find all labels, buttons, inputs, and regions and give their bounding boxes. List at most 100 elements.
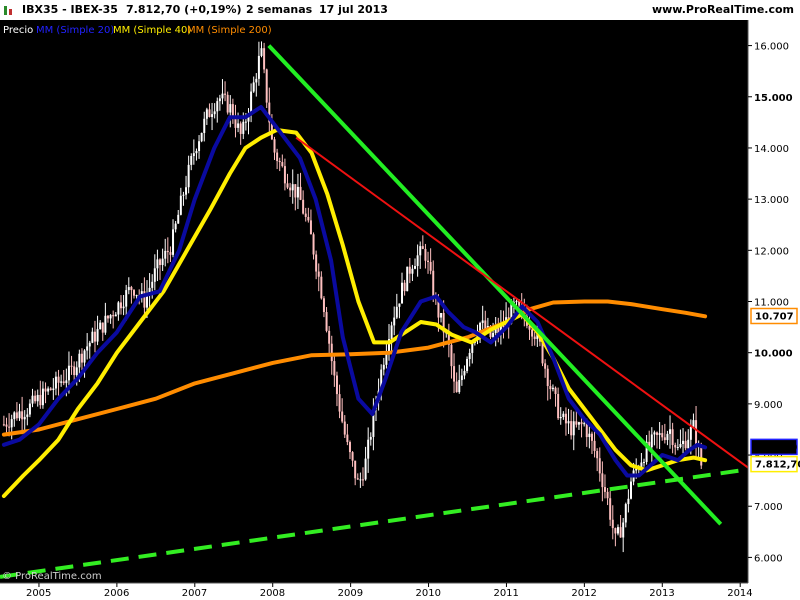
candle-body: [244, 121, 247, 123]
candle-body: [328, 330, 331, 344]
y-tick-label: 15.000: [754, 93, 793, 104]
candle-body: [317, 271, 320, 277]
candle-body: [557, 393, 560, 419]
candle-body: [429, 262, 432, 271]
candle-body: [86, 346, 89, 351]
candle-body: [23, 416, 26, 420]
candle-body: [205, 109, 208, 119]
candle-body: [172, 229, 175, 255]
candle-body: [302, 199, 305, 214]
candle-body: [49, 388, 52, 390]
candle-body: [281, 162, 284, 167]
candle-body: [424, 248, 427, 261]
candle-body: [39, 394, 42, 406]
candle-body: [221, 93, 224, 99]
source-label[interactable]: www.ProRealTime.com: [652, 3, 794, 16]
candle-body: [468, 352, 471, 360]
candle-body: [80, 353, 83, 363]
candle-body: [135, 295, 138, 297]
chart-area[interactable]: 6.0007.0008.0009.00010.00011.00012.00013…: [0, 20, 800, 600]
candle-body: [109, 315, 112, 319]
candle-body: [408, 266, 411, 274]
candle-body: [401, 282, 404, 304]
candle-body: [585, 423, 588, 438]
candle-body: [60, 381, 63, 383]
candle-body: [559, 416, 562, 419]
chart-type-icon: [4, 6, 12, 15]
candle-body: [185, 187, 188, 195]
candle-body: [242, 121, 245, 134]
candle-body: [666, 433, 669, 441]
candle-body: [440, 312, 443, 318]
price-label-text: 10.707: [755, 311, 794, 322]
candle-body: [114, 314, 117, 317]
candle-body: [156, 259, 159, 269]
candle-body: [151, 281, 154, 288]
candle-body: [182, 194, 185, 196]
candle-body: [169, 252, 172, 255]
candle-body: [653, 432, 656, 435]
candle-body: [590, 433, 593, 441]
candle-body: [263, 48, 266, 70]
candle-body: [177, 214, 180, 224]
candle-body: [570, 421, 573, 436]
candle-body: [471, 343, 474, 353]
candle-body: [682, 440, 685, 444]
candle-body: [70, 365, 73, 367]
candle-body: [343, 421, 346, 435]
candle-body: [554, 387, 557, 394]
candle-body: [361, 479, 364, 481]
candle-body: [73, 366, 76, 376]
candle-body: [458, 380, 461, 393]
price-label-text: 7.812,70: [755, 460, 800, 471]
y-tick-label: 6.000: [754, 553, 783, 564]
watermark: © ProRealTime.com: [2, 571, 102, 582]
candle-body: [596, 451, 599, 459]
candle-body: [406, 266, 409, 292]
candle-body: [299, 186, 302, 200]
candle-body: [369, 436, 372, 440]
candle-body: [346, 434, 349, 443]
candle-body: [315, 254, 318, 272]
symbol-label: IBX35 - IBEX-35: [22, 3, 118, 16]
candle-body: [234, 118, 237, 128]
candle-body: [31, 395, 34, 404]
candle-body: [2, 424, 5, 426]
y-tick-label: 7.000: [754, 502, 783, 513]
candle-body: [211, 114, 214, 117]
candle-body: [338, 394, 341, 412]
candle-body: [28, 403, 31, 415]
candle-body: [606, 491, 609, 499]
candle-body: [367, 439, 370, 459]
candle-body: [153, 268, 156, 282]
candle-body: [364, 458, 367, 480]
x-tick-label: 2014: [727, 588, 752, 599]
candle-body: [195, 151, 198, 154]
y-tick-label: 12.000: [754, 246, 789, 257]
candle-body: [354, 460, 357, 479]
candle-body: [41, 388, 44, 406]
candle-body: [356, 478, 359, 480]
candle-body: [671, 429, 674, 445]
candle-body: [127, 287, 130, 291]
candle-body: [218, 98, 221, 102]
candle-body: [255, 78, 258, 83]
candle-body: [106, 315, 109, 319]
candle-body: [47, 388, 50, 392]
candle-body: [159, 259, 162, 265]
candle-body: [609, 498, 612, 520]
price-change-label: 7.812,70 (+0,19%): [126, 3, 242, 16]
candle-body: [583, 423, 586, 425]
candle-body: [52, 388, 55, 390]
candle-body: [67, 365, 70, 381]
candle-body: [75, 367, 78, 376]
candle-body: [692, 420, 695, 427]
candle-body: [700, 446, 703, 466]
candle-body: [382, 364, 385, 370]
candle-body: [96, 329, 99, 342]
candle-body: [421, 246, 424, 249]
y-tick-label: 10.000: [754, 349, 793, 360]
candle-body: [414, 266, 417, 269]
candle-body: [624, 504, 627, 523]
candle-body: [616, 527, 619, 534]
